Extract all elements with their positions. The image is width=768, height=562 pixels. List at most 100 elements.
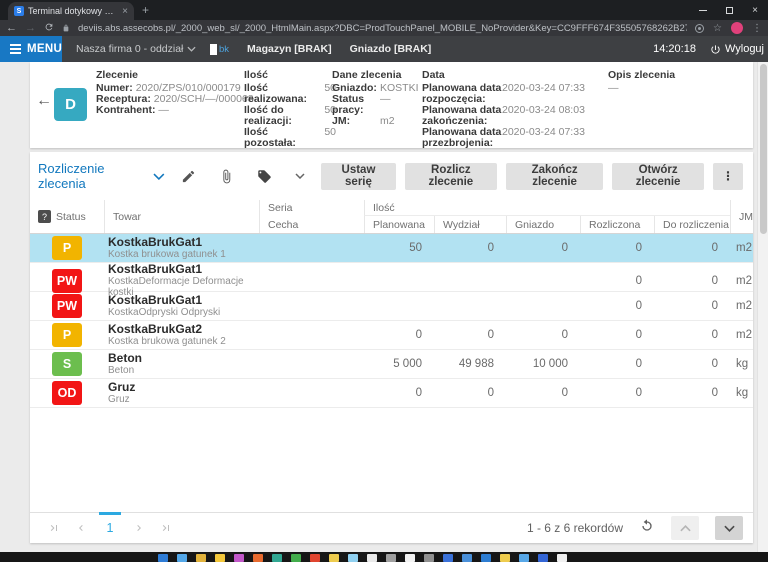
profile-avatar[interactable] xyxy=(731,22,743,34)
app-bar: MENU Nasza firma 0 - oddział bk Magazyn … xyxy=(0,36,768,62)
last-page-icon[interactable] xyxy=(156,518,176,538)
browser-forward-icon[interactable]: → xyxy=(25,22,36,34)
cell-do-rozliczenia: 0 xyxy=(711,329,718,341)
next-page-icon[interactable] xyxy=(129,518,149,538)
window-controls: × xyxy=(690,0,768,20)
section-title: Zlecenie xyxy=(96,69,139,81)
cell-do-rozliczenia: 0 xyxy=(711,242,718,254)
clock: 14:20:18 xyxy=(653,43,696,55)
planowana-header[interactable]: Planowana xyxy=(364,216,434,233)
table-header: ? Status Towar Seria Ilość JM Cecha Plan… xyxy=(30,200,753,234)
window-maximize-button[interactable] xyxy=(716,0,742,20)
status-header[interactable]: ? Status xyxy=(30,200,104,233)
table-row[interactable]: OD Gruz Gruz 0 0 0 0 0 kg xyxy=(30,379,753,408)
page-scrollbar[interactable] xyxy=(757,62,768,552)
cell-jm: m2 xyxy=(736,274,752,287)
current-page[interactable]: 1 xyxy=(98,511,122,544)
ustaw-serie-button[interactable]: Ustaw serię xyxy=(321,162,396,190)
menu-button[interactable]: MENU xyxy=(0,36,62,62)
tag-icon[interactable] xyxy=(250,169,279,184)
lock-icon[interactable] xyxy=(62,23,70,33)
cell-rozliczona: 0 xyxy=(635,329,642,341)
status-badge: P xyxy=(52,236,82,260)
table-row[interactable]: S Beton Beton 5 000 49 988 10 000 0 0 kg xyxy=(30,350,753,379)
attachment-paperclip-icon[interactable] xyxy=(212,169,241,184)
order-section-zlecenie: Zlecenie Numer: 2020/ZPS/010/000179 Rece… xyxy=(96,69,254,116)
view-selector[interactable]: Rozliczenie zlecenia xyxy=(38,161,165,191)
cell-jm: m2 xyxy=(736,300,752,312)
status-badge: OD xyxy=(52,381,82,405)
cell-do-rozliczenia: 0 xyxy=(711,274,718,287)
browser-menu-icon[interactable]: ⋮ xyxy=(752,23,762,34)
status-badge: S xyxy=(52,352,82,376)
reading-list-icon[interactable] xyxy=(695,23,705,33)
table-row[interactable]: PW KostkaBrukGat1 KostkaOdpryski Odpryski… xyxy=(30,292,753,321)
cell-jm: m2 xyxy=(736,329,752,341)
table-row[interactable]: P KostkaBrukGat1 Kostka brukowa gatunek 1… xyxy=(30,234,753,263)
table-row[interactable]: PW KostkaBrukGat1 KostkaDeformacje Deform… xyxy=(30,262,753,298)
order-section-data: Data Planowana data rozpoczęcia: 2020-03-… xyxy=(422,70,594,149)
seria-header[interactable]: Seria xyxy=(259,200,364,216)
cell-wydzial: 49 988 xyxy=(458,358,494,370)
product-desc: Beton xyxy=(108,365,135,377)
product-desc: Kostka brukowa gatunek 1 xyxy=(108,249,226,261)
back-arrow-button[interactable]: ← xyxy=(36,92,52,110)
otworz-zlecenie-button[interactable]: Otwórz zlecenie xyxy=(612,162,704,190)
table-row[interactable]: P KostkaBrukGat2 Kostka brukowa gatunek 2… xyxy=(30,321,753,350)
tab-title: Terminal dotykowy na produkcji xyxy=(28,6,118,16)
browser-refresh-icon[interactable] xyxy=(44,22,54,35)
edit-pencil-icon[interactable] xyxy=(174,169,203,184)
status-badge: PW xyxy=(52,294,82,318)
browser-back-icon[interactable]: ← xyxy=(6,22,17,34)
previous-page-icon[interactable] xyxy=(71,518,91,538)
tab-close-icon[interactable]: × xyxy=(122,6,128,17)
product-desc: KostkaOdpryski Odpryski xyxy=(108,307,221,319)
window-close-button[interactable]: × xyxy=(742,0,768,20)
rozliczona-header[interactable]: Rozliczona xyxy=(580,216,654,233)
cell-jm: kg xyxy=(736,387,749,399)
chevron-down-icon xyxy=(153,172,165,180)
towar-header[interactable]: Towar xyxy=(104,200,259,233)
chevron-down-icon[interactable] xyxy=(288,173,312,179)
magazyn-indicator[interactable]: Magazyn [BRAK] xyxy=(247,43,332,55)
new-tab-button[interactable]: + xyxy=(142,3,149,17)
zakoncz-zlecenie-button[interactable]: Zakończ zlecenie xyxy=(506,162,604,190)
table-body: P KostkaBrukGat1 Kostka brukowa gatunek 1… xyxy=(30,234,753,408)
product-name: KostkaBrukGat1 xyxy=(108,262,203,276)
section-title: Dane zlecenia xyxy=(332,69,402,81)
first-page-icon[interactable] xyxy=(44,518,64,538)
cell-rozliczona: 0 xyxy=(635,358,642,370)
pagination-bar: 1 1 - 6 z 6 rekordów xyxy=(30,511,753,544)
cecha-header[interactable]: Cecha xyxy=(259,216,364,233)
cell-jm: m2 xyxy=(736,242,752,254)
bookmark-star-icon[interactable]: ☆ xyxy=(713,23,722,34)
browser-tab[interactable]: S Terminal dotykowy na produkcji × xyxy=(8,2,134,20)
order-section-dane: Dane zlecenia Gniazdo: KOSTKI Status prac… xyxy=(332,70,428,127)
cell-rozliczona: 0 xyxy=(635,387,642,399)
cell-do-rozliczenia: 0 xyxy=(711,387,718,399)
windows-taskbar[interactable] xyxy=(0,552,768,562)
gniazdo-indicator[interactable]: Gniazdo [BRAK] xyxy=(350,43,432,55)
wydzial-header[interactable]: Wydział xyxy=(434,216,506,233)
scroll-down-button[interactable] xyxy=(715,516,743,540)
do-rozliczenia-header[interactable]: Do rozliczenia xyxy=(654,216,730,233)
help-icon[interactable]: ? xyxy=(38,210,51,223)
rozlicz-zlecenie-button[interactable]: Rozlicz zlecenie xyxy=(404,162,497,190)
company-selector[interactable]: Nasza firma 0 - oddział xyxy=(76,43,196,55)
more-actions-button[interactable]: ⋮ xyxy=(713,162,743,190)
gniazdo-header[interactable]: Gniazdo xyxy=(506,216,580,233)
table-card: Rozliczenie zlecenia Ustaw serię Rozlicz… xyxy=(30,152,753,543)
section-title: Opis zlecenia xyxy=(608,69,676,81)
window-minimize-button[interactable] xyxy=(690,0,716,20)
order-section-ilosc: Ilość Ilość realizowana: 50 Ilość do real… xyxy=(244,70,340,149)
status-badge: PW xyxy=(52,268,82,293)
logout-button[interactable]: Wyloguj xyxy=(710,43,764,55)
scrollbar-thumb[interactable] xyxy=(760,64,767,234)
section-title: Ilość xyxy=(244,69,268,81)
refresh-icon[interactable] xyxy=(639,518,655,539)
cell-rozliczona: 0 xyxy=(635,242,642,254)
url-bar[interactable]: deviis.abs.assecobs.pl/_2000_web_sl/_200… xyxy=(78,23,687,34)
jm-header[interactable]: JM xyxy=(730,200,753,233)
scroll-up-button[interactable] xyxy=(671,516,699,540)
browser-tab-strip: S Terminal dotykowy na produkcji × + × xyxy=(0,0,768,20)
